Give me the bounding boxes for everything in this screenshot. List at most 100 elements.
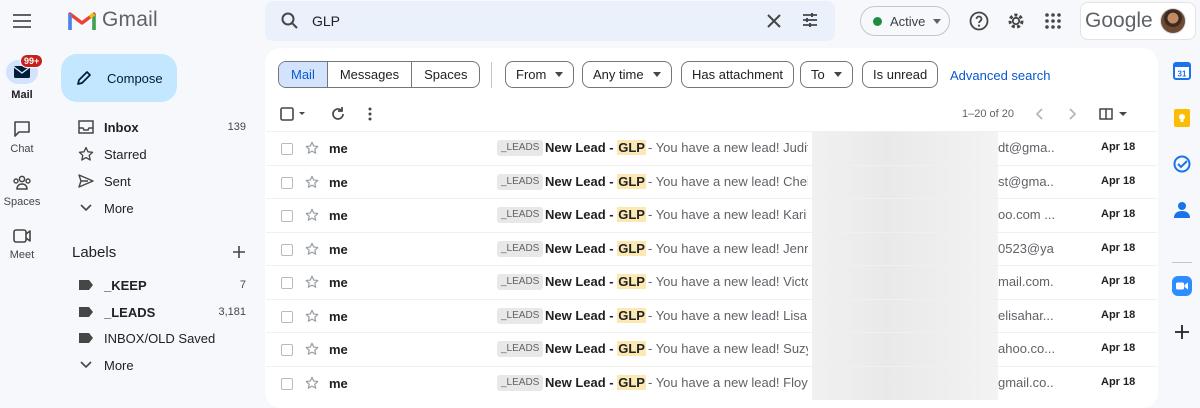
gmail-logo[interactable]: Gmail	[68, 8, 158, 32]
email-row[interactable]: me _LEADS New Lead - GLP - You have a new …	[266, 265, 1157, 299]
chip-label: Has attachment	[692, 67, 784, 82]
label-item-inbox-old-saved[interactable]: INBOX/OLD Saved	[60, 326, 256, 350]
filter-divider	[491, 62, 492, 88]
compose-button[interactable]: Compose	[61, 54, 177, 102]
gear-icon[interactable]	[1005, 10, 1027, 32]
keep-icon[interactable]	[1168, 104, 1196, 132]
add-label-icon[interactable]	[231, 244, 247, 260]
avatar[interactable]	[1160, 8, 1186, 34]
email-date: Apr 18	[1101, 275, 1136, 287]
email-snippet: - You have a new lead! Jenny Dov	[648, 240, 808, 256]
nav-more[interactable]: More	[60, 196, 256, 220]
filter-to[interactable]: To	[800, 61, 853, 88]
next-page-icon[interactable]	[1066, 106, 1078, 122]
search-highlight: GLP	[617, 374, 646, 390]
email-label-chip[interactable]: _LEADS	[497, 274, 544, 290]
nav-sent[interactable]: Sent	[60, 169, 256, 193]
main-menu-icon[interactable]	[10, 9, 34, 33]
filter-any-time[interactable]: Any time	[582, 61, 672, 88]
nav-starred[interactable]: Starred	[60, 142, 256, 166]
email-date: Apr 18	[1101, 141, 1136, 153]
scope-mail[interactable]: Mail	[279, 62, 327, 87]
clear-search-icon[interactable]	[764, 11, 784, 31]
search-options-icon[interactable]	[800, 10, 820, 30]
rail-meet[interactable]: Meet	[0, 228, 44, 261]
email-date: Apr 18	[1101, 174, 1136, 187]
row-checkbox[interactable]	[281, 143, 293, 155]
select-all-checkbox[interactable]	[280, 106, 310, 122]
contacts-icon[interactable]	[1168, 196, 1196, 224]
star-icon[interactable]	[305, 208, 319, 222]
star-icon[interactable]	[305, 175, 319, 189]
email-label-chip[interactable]: _LEADS	[497, 140, 544, 156]
spaces-icon	[13, 175, 31, 190]
search-highlight: GLP	[617, 240, 646, 256]
split-pane-toggle-icon[interactable]	[1099, 106, 1129, 122]
scope-spaces[interactable]: Spaces	[411, 62, 479, 87]
labels-more[interactable]: More	[60, 353, 256, 377]
subject-text: New Lead -	[545, 374, 618, 390]
row-checkbox[interactable]	[281, 210, 293, 222]
star-icon[interactable]	[305, 242, 319, 256]
row-checkbox[interactable]	[281, 310, 293, 323]
email-row[interactable]: me _LEADS New Lead - GLP - You have a new …	[266, 231, 1157, 266]
filter-is-unread[interactable]: Is unread	[862, 61, 939, 88]
scope-messages[interactable]: Messages	[326, 62, 411, 87]
row-checkbox[interactable]	[281, 377, 293, 390]
get-addons-plus-icon[interactable]	[1168, 318, 1196, 346]
star-icon[interactable]	[305, 275, 319, 289]
label-item-leads[interactable]: _LEADS 3,181	[60, 300, 256, 324]
rail-chat[interactable]: Chat	[0, 120, 44, 155]
star-icon[interactable]	[305, 141, 319, 155]
email-label-chip[interactable]: _LEADS	[497, 240, 544, 257]
email-row[interactable]: me _LEADS New Lead - GLP - You have a new …	[266, 365, 1157, 400]
email-row[interactable]: me _LEADS New Lead - GLP - You have a new …	[266, 298, 1157, 333]
row-checkbox[interactable]	[281, 243, 293, 256]
compose-label: Compose	[107, 70, 163, 86]
email-label-chip[interactable]: _LEADS	[497, 207, 544, 223]
rail-spaces[interactable]: Spaces	[0, 174, 44, 208]
status-selector[interactable]: Active	[860, 6, 950, 36]
email-subject: New Lead - GLP	[545, 274, 646, 289]
email-label-chip[interactable]: _LEADS	[497, 173, 544, 190]
email-label-chip[interactable]: _LEADS	[497, 374, 544, 391]
labels-heading: Labels	[72, 244, 117, 261]
row-checkbox[interactable]	[281, 344, 293, 356]
search-icon[interactable]	[280, 11, 300, 31]
refresh-icon[interactable]	[330, 106, 346, 122]
help-icon[interactable]	[968, 10, 990, 32]
email-subject: New Lead - GLP	[545, 173, 646, 189]
star-icon[interactable]	[305, 309, 319, 323]
email-snippet: - You have a new lead! Judith Ric	[648, 140, 808, 155]
email-label-chip[interactable]: _LEADS	[497, 307, 544, 324]
star-icon[interactable]	[305, 342, 319, 356]
email-snippet: - You have a new lead! Kari Mcfa	[648, 207, 808, 222]
advanced-search-link[interactable]: Advanced search	[950, 68, 1050, 83]
email-row[interactable]: me _LEADS New Lead - GLP - You have a new …	[266, 198, 1157, 232]
google-apps-icon[interactable]	[1043, 11, 1063, 31]
label-item-keep[interactable]: _KEEP 7	[60, 273, 256, 297]
star-icon[interactable]	[305, 376, 319, 390]
search-highlight: GLP	[617, 140, 646, 155]
rail-mail[interactable]: 99+ Mail	[0, 54, 44, 101]
email-row[interactable]: me _LEADS New Lead - GLP - You have a new …	[266, 332, 1157, 366]
email-row[interactable]: me _LEADS New Lead - GLP - You have a new …	[266, 164, 1157, 199]
email-address-fragment: st@gma...	[998, 173, 1054, 189]
filter-from[interactable]: From	[505, 61, 575, 88]
zoom-addon-icon[interactable]	[1168, 272, 1196, 300]
tasks-icon[interactable]	[1168, 150, 1196, 178]
email-label-chip[interactable]: _LEADS	[497, 341, 544, 357]
nav-starred-label: Starred	[104, 146, 147, 162]
search-input[interactable]	[312, 10, 732, 32]
more-options-icon[interactable]	[364, 106, 376, 122]
chip-label: Any time	[593, 67, 644, 82]
row-checkbox[interactable]	[281, 277, 293, 289]
nav-inbox-count: 139	[227, 121, 246, 133]
search-highlight: GLP	[617, 274, 646, 289]
row-checkbox[interactable]	[281, 176, 293, 189]
prev-page-icon[interactable]	[1034, 106, 1046, 122]
email-row[interactable]: me _LEADS New Lead - GLP - You have a new …	[266, 131, 1157, 165]
filter-has-attachment[interactable]: Has attachment	[681, 61, 795, 88]
calendar-icon[interactable]: 31	[1168, 57, 1196, 85]
nav-inbox[interactable]: Inbox 139	[60, 115, 256, 139]
